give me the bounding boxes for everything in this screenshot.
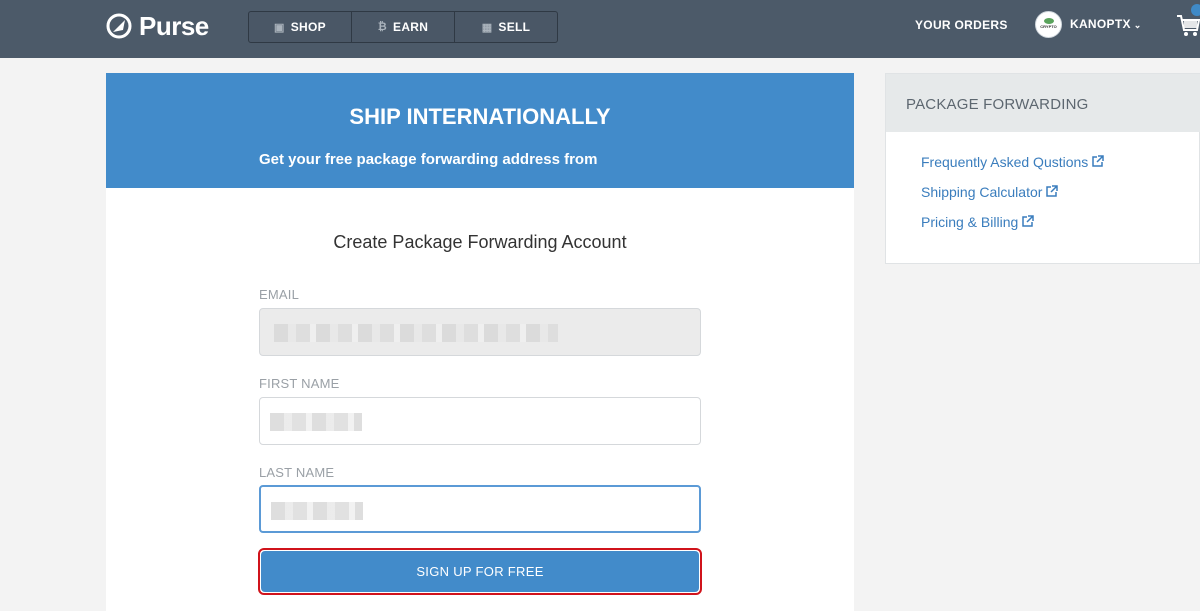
username-label: KANOPTX (1070, 17, 1131, 31)
nav-tab-shop[interactable]: ▣ SHOP (249, 12, 352, 42)
email-field[interactable] (259, 308, 701, 356)
external-link-icon (1022, 215, 1035, 227)
nav-tab-earn[interactable]: ₿ EARN (352, 12, 455, 42)
form-title: Create Package Forwarding Account (333, 232, 627, 252)
cart-badge (1191, 4, 1200, 16)
brand-name: Purse (139, 10, 209, 41)
chevron-down-icon: ⌄ (1133, 20, 1142, 30)
last-name-label: LAST NAME (259, 465, 335, 480)
bitcoin-icon: ₿ (377, 21, 388, 33)
avatar[interactable]: CRYPTO (1035, 11, 1062, 38)
redacted-value (271, 502, 363, 520)
pricing-billing-link[interactable]: Pricing & Billing (921, 214, 1035, 230)
sign-up-button[interactable]: SIGN UP FOR FREE (261, 551, 699, 592)
sidebar-header: PACKAGE FORWARDING (886, 74, 1200, 132)
avatar-text: CRYPTO (1040, 24, 1057, 29)
signup-form-card: Create Package Forwarding Account EMAIL … (106, 188, 854, 611)
faq-link[interactable]: Frequently Asked Qustions (921, 154, 1105, 170)
hero-banner: SHIP INTERNATIONALLY Get your free packa… (106, 73, 854, 188)
email-label: EMAIL (259, 287, 300, 302)
user-menu[interactable]: KANOPTX ⌄ (1070, 17, 1142, 31)
nav-tab-sell-label: SELL (498, 20, 531, 34)
main-nav-tabs: ▣ SHOP ₿ EARN ▦ SELL (248, 11, 558, 43)
last-name-field[interactable] (259, 485, 701, 533)
nav-tab-sell[interactable]: ▦ SELL (455, 12, 557, 42)
nav-tab-shop-label: SHOP (290, 20, 326, 34)
shipping-calculator-link-label: Shipping Calculator (921, 184, 1043, 200)
faq-link-label: Frequently Asked Qustions (921, 154, 1089, 170)
first-name-label: FIRST NAME (259, 376, 340, 391)
hero-subtitle: Get your free package forwarding address… (259, 151, 598, 168)
top-navigation-bar: Purse ▣ SHOP ₿ EARN ▦ SELL YOUR ORDERS C… (0, 0, 1200, 58)
purse-logo-icon (106, 13, 132, 39)
external-link-icon (1046, 185, 1059, 197)
calculator-icon: ▦ (481, 21, 493, 34)
your-orders-link[interactable]: YOUR ORDERS (915, 18, 1008, 32)
package-forwarding-sidebar: PACKAGE FORWARDING Frequently Asked Qust… (885, 73, 1200, 264)
shipping-calculator-link[interactable]: Shipping Calculator (921, 184, 1059, 200)
hero-title: SHIP INTERNATIONALLY (349, 104, 611, 129)
sidebar-title: PACKAGE FORWARDING (906, 96, 1089, 113)
pricing-billing-link-label: Pricing & Billing (921, 214, 1019, 230)
redacted-value (270, 413, 362, 431)
gift-icon: ▣ (274, 21, 285, 34)
purse-logo[interactable]: Purse (106, 11, 209, 41)
external-link-icon (1092, 155, 1105, 167)
redacted-value (274, 324, 558, 342)
first-name-field[interactable] (259, 397, 701, 445)
nav-tab-earn-label: EARN (393, 20, 429, 34)
